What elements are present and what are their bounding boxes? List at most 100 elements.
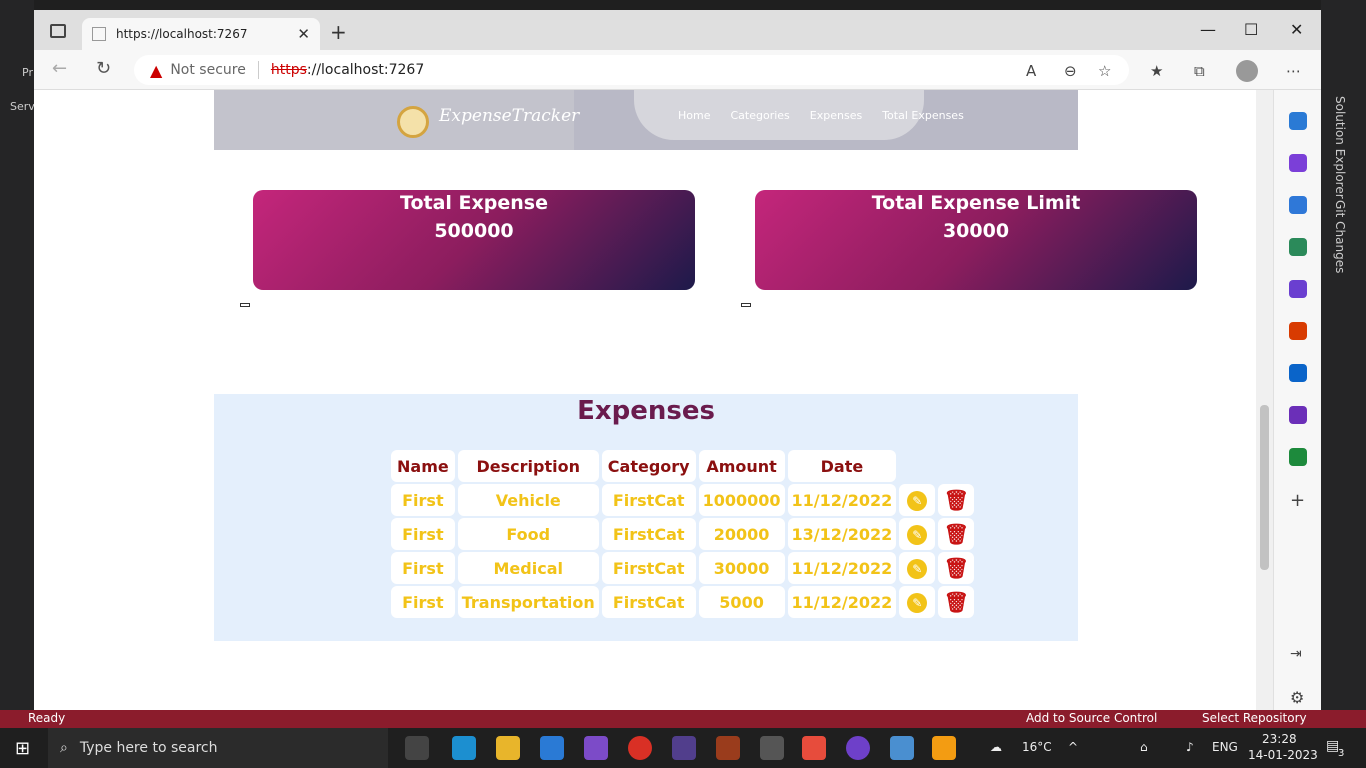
network-icon[interactable]: ⌂: [1140, 740, 1148, 754]
project-label[interactable]: Pr: [22, 66, 33, 79]
total-expense-card: Total Expense 500000: [253, 190, 695, 290]
edge-icon[interactable]: [452, 736, 476, 760]
more-menu-icon[interactable]: ⋯: [1286, 62, 1301, 80]
office-icon[interactable]: [1289, 322, 1307, 340]
profile-avatar[interactable]: [1236, 60, 1258, 82]
col-category: Category: [601, 450, 696, 482]
maximize-icon[interactable]: ☐: [1244, 20, 1258, 39]
nav-total-expenses[interactable]: Total Expenses: [882, 109, 964, 122]
visual-studio-icon[interactable]: [584, 736, 608, 760]
nav-home[interactable]: Home: [678, 109, 710, 122]
page-scrollbar[interactable]: [1256, 90, 1273, 710]
close-tab-icon[interactable]: ✕: [297, 25, 310, 43]
favorites-icon[interactable]: ★: [1150, 62, 1163, 80]
delete-icon[interactable]: 🗑: [944, 592, 969, 612]
taskbar-search[interactable]: ⌕ Type here to search: [48, 728, 388, 768]
cell-description: Food: [457, 518, 599, 550]
games-icon[interactable]: [1289, 280, 1307, 298]
resize-handle[interactable]: [741, 303, 751, 307]
vs-right-panel: Solution Explorer Git Changes: [1321, 0, 1366, 710]
file-explorer-icon[interactable]: [496, 736, 520, 760]
scrollbar-thumb[interactable]: [1260, 405, 1269, 570]
total-expense-limit-card: Total Expense Limit 30000: [755, 190, 1197, 290]
col-date: Date: [787, 450, 897, 482]
cell-amount: 30000: [698, 552, 785, 584]
logo-icon[interactable]: [397, 106, 429, 138]
tool-icon[interactable]: [890, 736, 914, 760]
git-changes-tab[interactable]: Git Changes: [1333, 200, 1347, 273]
select-repository[interactable]: Select Repository: [1202, 711, 1307, 725]
settings-app-icon[interactable]: [760, 736, 784, 760]
tree-icon[interactable]: [1289, 448, 1307, 466]
volume-icon[interactable]: ♪: [1186, 740, 1194, 754]
close-window-icon[interactable]: ✕: [1290, 20, 1303, 39]
copilot-icon[interactable]: [1289, 154, 1307, 172]
refresh-icon[interactable]: ↻: [96, 58, 111, 79]
vs-left-panel: Serv Pr: [0, 0, 35, 710]
weather-temp[interactable]: 16°C: [1022, 740, 1052, 754]
not-secure-label[interactable]: Not secure: [170, 62, 246, 78]
logo-text[interactable]: ExpenseTracker: [439, 106, 579, 126]
site-header: ExpenseTracker Home Categories Expenses …: [214, 90, 1078, 150]
sublime-icon[interactable]: [932, 736, 956, 760]
weather-icon[interactable]: ☁: [990, 740, 1002, 754]
add-favorite-icon[interactable]: ☆: [1098, 62, 1111, 80]
read-aloud-icon[interactable]: A: [1026, 62, 1036, 80]
browser-tab[interactable]: https://localhost:7267 ✕: [82, 18, 320, 50]
sidebar-toggle-icon[interactable]: ⇥: [1290, 646, 1302, 662]
mail-icon[interactable]: [540, 736, 564, 760]
language-indicator[interactable]: ENG: [1212, 740, 1238, 754]
windows-start-icon[interactable]: ⊞: [15, 738, 30, 759]
address-bar[interactable]: ▲ Not secure https ://localhost:7267: [134, 55, 1129, 85]
collections-icon[interactable]: ⧉: [1194, 62, 1205, 80]
search-icon[interactable]: [1289, 112, 1307, 130]
search-placeholder[interactable]: Type here to search: [80, 740, 218, 756]
nav-expenses[interactable]: Expenses: [810, 109, 862, 122]
cell-date: 11/12/2022: [787, 484, 897, 516]
add-to-source-control[interactable]: Add to Source Control: [1026, 711, 1157, 725]
edit-icon[interactable]: ✎: [907, 490, 928, 511]
chrome-icon[interactable]: [628, 736, 652, 760]
tools-icon[interactable]: [1289, 238, 1307, 256]
shopping-icon[interactable]: [1289, 196, 1307, 214]
back-icon[interactable]: ←: [52, 58, 67, 79]
delete-icon[interactable]: 🗑: [944, 524, 969, 544]
nav-categories[interactable]: Categories: [730, 109, 789, 122]
table-row: First Transportation FirstCat 5000 11/12…: [391, 586, 975, 618]
clock-time[interactable]: 23:28: [1262, 732, 1297, 746]
delete-icon[interactable]: 🗑: [944, 558, 969, 578]
url-scheme: https: [270, 62, 307, 78]
edit-icon[interactable]: ✎: [907, 558, 928, 579]
clock-date[interactable]: 14-01-2023: [1248, 748, 1318, 762]
main-nav: Home Categories Expenses Total Expenses: [678, 109, 964, 122]
resize-handle[interactable]: [240, 303, 250, 307]
tab-bar: https://localhost:7267 ✕ + — ☐ ✕: [34, 10, 1321, 50]
github-desktop-icon[interactable]: [846, 736, 870, 760]
minimize-icon[interactable]: —: [1200, 20, 1216, 39]
tray-chevron-icon[interactable]: ^: [1068, 740, 1078, 754]
designer-icon[interactable]: [1289, 406, 1307, 424]
winrar-icon[interactable]: [716, 736, 740, 760]
col-edit: [899, 450, 935, 482]
solution-explorer-tab[interactable]: Solution Explorer: [1333, 96, 1347, 199]
table-row: First Medical FirstCat 30000 11/12/2022 …: [391, 552, 975, 584]
settings-icon[interactable]: ⚙: [1290, 688, 1304, 707]
zoom-out-icon[interactable]: ⊖: [1064, 62, 1077, 80]
edit-icon[interactable]: ✎: [907, 524, 928, 545]
git-client-icon[interactable]: [802, 736, 826, 760]
new-tab-icon[interactable]: +: [330, 20, 347, 44]
terminal-icon[interactable]: [672, 736, 696, 760]
tab-actions-icon[interactable]: [50, 24, 66, 38]
warning-icon[interactable]: ▲: [150, 61, 162, 80]
outlook-icon[interactable]: [1289, 364, 1307, 382]
delete-icon[interactable]: 🗑: [944, 490, 969, 510]
edge-sidebar: + ⇥ ⚙: [1273, 90, 1321, 710]
server-explorer-label[interactable]: Serv: [10, 100, 35, 113]
browser-window: https://localhost:7267 ✕ + — ☐ ✕ ← ↻ ▲ N…: [34, 10, 1321, 710]
cell-category: FirstCat: [601, 518, 696, 550]
col-amount: Amount: [698, 450, 785, 482]
add-icon[interactable]: +: [1290, 490, 1305, 511]
task-view-icon[interactable]: [405, 736, 429, 760]
edit-icon[interactable]: ✎: [907, 592, 928, 613]
table-row: First Food FirstCat 20000 13/12/2022 ✎ 🗑: [391, 518, 975, 550]
